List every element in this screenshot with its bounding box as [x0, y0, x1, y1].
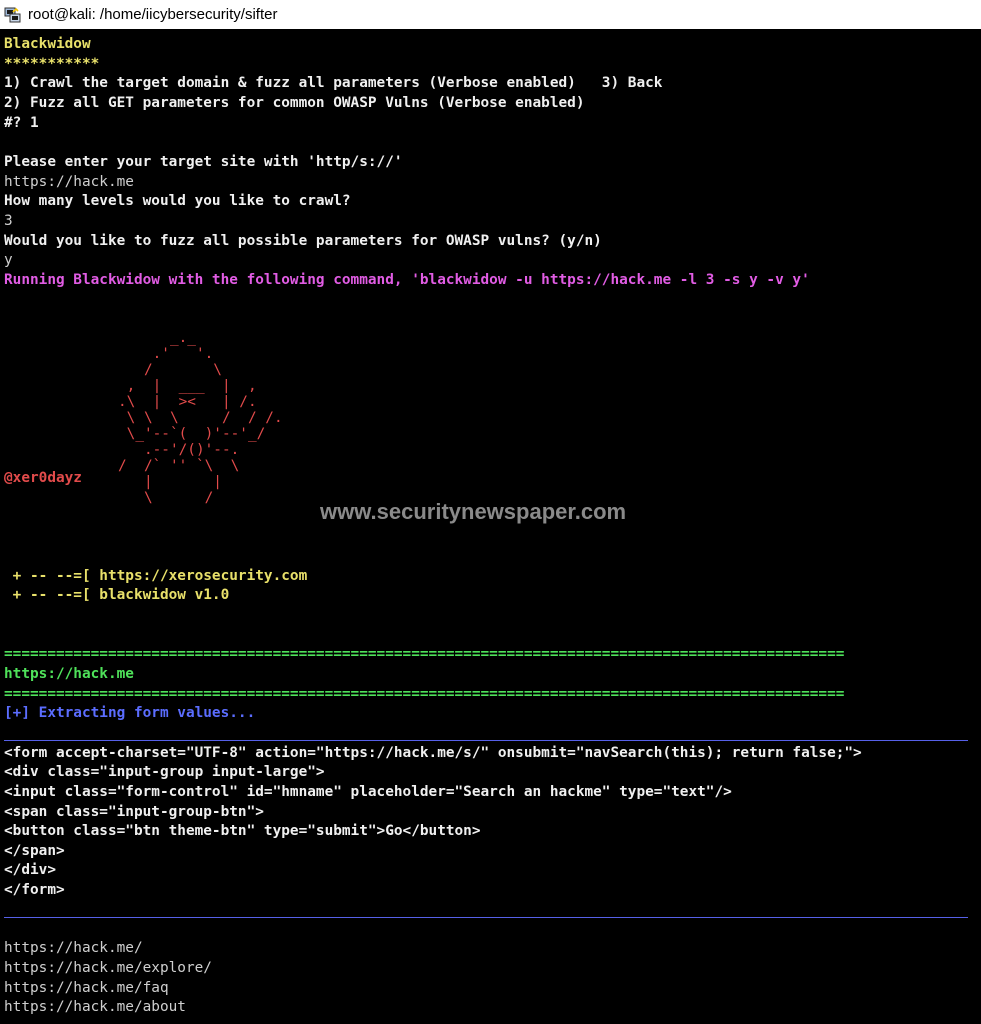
banner-line-2: + -- --=[ blackwidow v1.0: [4, 587, 230, 603]
separator-line-top: ========================================…: [4, 646, 845, 662]
answer-target-site: https://hack.me: [4, 174, 134, 190]
author-tag: @xer0dayz: [4, 470, 82, 486]
crawled-url: https://hack.me/explore/: [4, 960, 212, 976]
menu-option-line-1: 1) Crawl the target domain & fuzz all pa…: [4, 75, 663, 91]
form-source-line: </span>: [4, 843, 65, 859]
menu-title: Blackwidow: [4, 36, 91, 52]
menu-prompt: #? 1: [4, 115, 39, 131]
answer-fuzz: y: [4, 252, 13, 268]
form-source-line: <div class="input-group input-large">: [4, 764, 325, 780]
spider-ascii-art: _._ .' '. / \ , | ___ | , .\ | >< | /. \…: [117, 330, 283, 506]
prompt-fuzz: Would you like to fuzz all possible para…: [4, 233, 602, 249]
divider-line: [4, 917, 968, 918]
form-source-line: <form accept-charset="UTF-8" action="htt…: [4, 745, 862, 761]
putty-icon: [4, 7, 21, 22]
prompt-target-site: Please enter your target site with 'http…: [4, 154, 403, 170]
divider-line: [4, 740, 968, 741]
form-source-line: </form>: [4, 882, 65, 898]
terminal-output[interactable]: Blackwidow *********** 1) Crawl the targ…: [0, 29, 981, 1024]
form-source-line: <span class="input-group-btn">: [4, 804, 264, 820]
menu-stars: ***********: [4, 56, 100, 72]
window-titlebar[interactable]: root@kali: /home/iicybersecurity/sifter: [0, 0, 981, 30]
extracting-form-values: [+] Extracting form values...: [4, 705, 256, 721]
form-source-line: <input class="form-control" id="hmname" …: [4, 784, 732, 800]
form-source-line: </div>: [4, 862, 56, 878]
target-url-heading: https://hack.me: [4, 666, 134, 682]
crawled-url: https://hack.me/faq: [4, 980, 169, 996]
menu-option-line-2: 2) Fuzz all GET parameters for common OW…: [4, 95, 585, 111]
window-title: root@kali: /home/iicybersecurity/sifter: [28, 6, 278, 23]
answer-crawl-levels: 3: [4, 213, 13, 229]
watermark: www.securitynewspaper.com: [320, 499, 627, 524]
crawled-url: https://hack.me/about: [4, 999, 186, 1015]
form-source-line: <button class="btn theme-btn" type="subm…: [4, 823, 481, 839]
crawled-url: https://hack.me/: [4, 940, 143, 956]
banner-line-1: + -- --=[ https://xerosecurity.com: [4, 568, 308, 584]
separator-line-bottom: ========================================…: [4, 686, 845, 702]
running-command-line: Running Blackwidow with the following co…: [4, 272, 810, 288]
prompt-crawl-levels: How many levels would you like to crawl?: [4, 193, 351, 209]
